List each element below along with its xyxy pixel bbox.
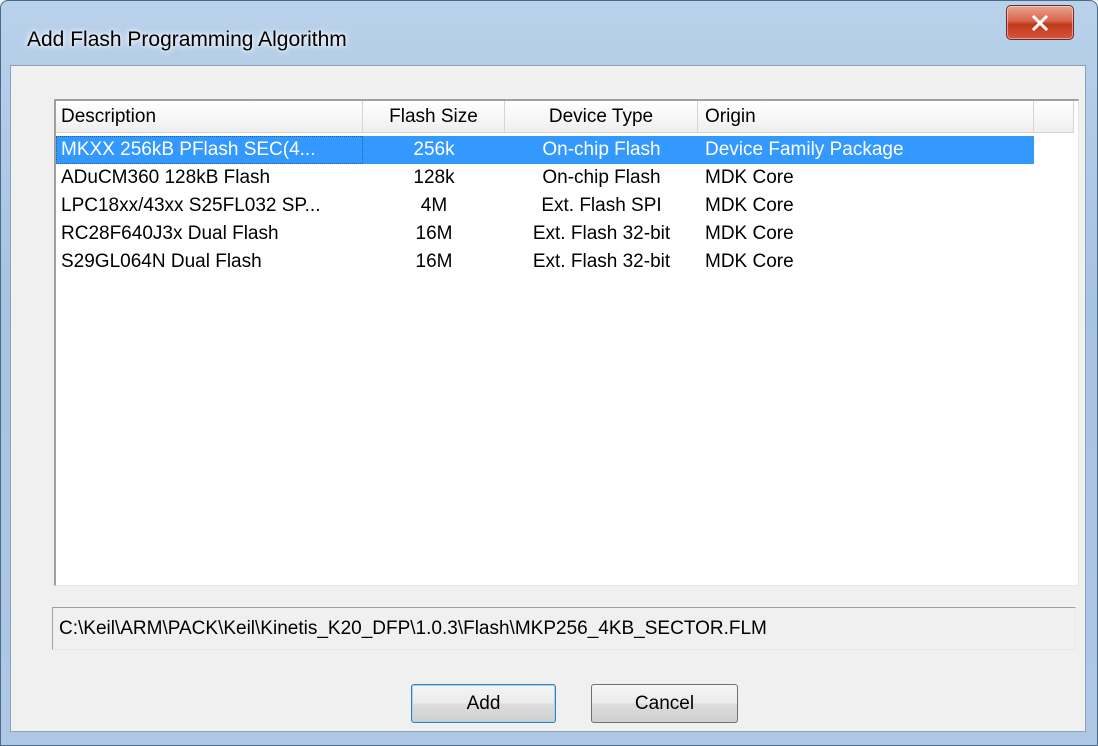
cell-device-type: Ext. Flash 32-bit [532, 223, 671, 244]
algorithm-list[interactable]: Description Flash Size Device Type Origi… [54, 99, 1079, 586]
cell-flash-size: 256k [363, 136, 505, 164]
table-row[interactable]: S29GL064N Dual Flash 16M Ext. Flash 32-b… [56, 248, 1078, 276]
cell-device-type: Ext. Flash SPI [541, 195, 662, 216]
title-bar[interactable]: Add Flash Programming Algorithm [1, 1, 1097, 71]
table-row[interactable]: LPC18xx/43xx S25FL032 SP... 4M Ext. Flas… [56, 192, 1078, 220]
column-header-filler [1034, 101, 1074, 133]
cell-origin: MDK Core [705, 251, 794, 272]
cell-description: MKXX 256kB PFlash SEC(4... [56, 136, 363, 164]
cell-description: ADuCM360 128kB Flash [61, 167, 271, 188]
cancel-button[interactable]: Cancel [591, 684, 738, 723]
list-rows: MKXX 256kB PFlash SEC(4... 256k On-chip … [56, 136, 1078, 276]
cell-device-type: On-chip Flash [542, 167, 661, 188]
table-row[interactable]: RC28F640J3x Dual Flash 16M Ext. Flash 32… [56, 220, 1078, 248]
table-row[interactable]: ADuCM360 128kB Flash 128k On-chip Flash … [56, 164, 1078, 192]
cell-flash-size: 128k [413, 167, 455, 188]
column-header-flash-size[interactable]: Flash Size [363, 101, 505, 133]
list-header: Description Flash Size Device Type Origi… [56, 101, 1078, 133]
cell-origin: MDK Core [705, 223, 794, 244]
cell-description: S29GL064N Dual Flash [61, 251, 262, 272]
cell-device-type: On-chip Flash [505, 136, 698, 164]
cell-flash-size: 16M [415, 251, 453, 272]
column-header-device-type[interactable]: Device Type [505, 101, 698, 133]
cell-flash-size: 16M [415, 223, 453, 244]
cell-device-type: Ext. Flash 32-bit [532, 251, 671, 272]
cell-flash-size: 4M [420, 195, 448, 216]
dialog-client-area: Description Flash Size Device Type Origi… [10, 65, 1086, 732]
table-row[interactable]: MKXX 256kB PFlash SEC(4... 256k On-chip … [56, 136, 1078, 164]
dialog-window: Add Flash Programming Algorithm Descript… [0, 0, 1098, 746]
column-header-origin[interactable]: Origin [698, 101, 1034, 133]
algorithm-path-field: C:\Keil\ARM\PACK\Keil\Kinetis_K20_DFP\1.… [52, 607, 1076, 650]
close-icon [1031, 14, 1049, 31]
column-header-description[interactable]: Description [56, 101, 363, 133]
close-button[interactable] [1006, 5, 1074, 40]
cell-description: LPC18xx/43xx S25FL032 SP... [61, 195, 321, 216]
window-title: Add Flash Programming Algorithm [27, 28, 347, 51]
cell-origin: MDK Core [705, 167, 794, 188]
add-button[interactable]: Add [411, 684, 556, 723]
cell-origin: Device Family Package [698, 136, 1034, 164]
cell-description: RC28F640J3x Dual Flash [61, 223, 279, 244]
cell-origin: MDK Core [705, 195, 794, 216]
